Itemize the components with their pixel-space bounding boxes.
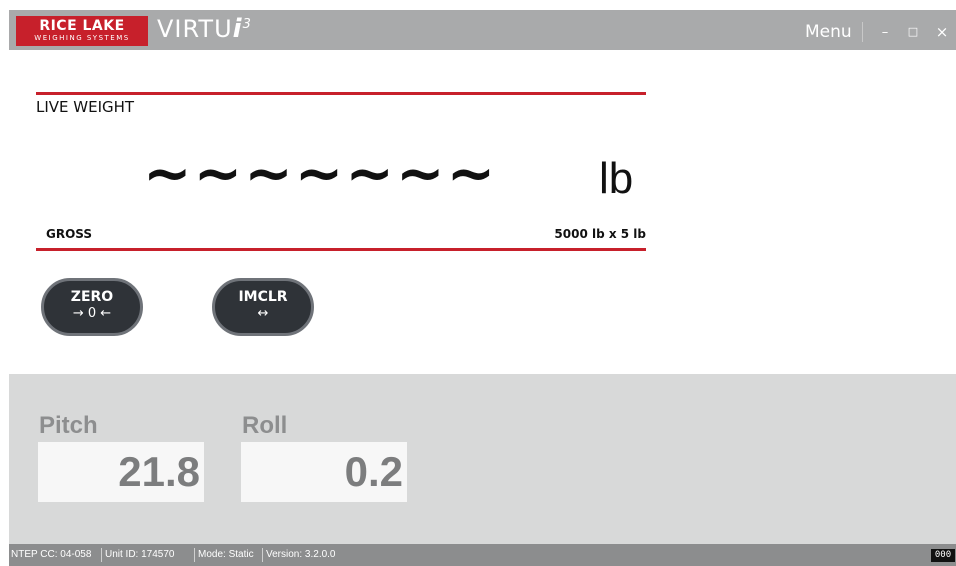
weight-value: ~~~~~~~ xyxy=(143,139,498,207)
roll-label: Roll xyxy=(242,412,288,439)
status-ntep: NTEP CC: 04-058 xyxy=(11,549,92,560)
app-title-sup: 3 xyxy=(242,17,252,32)
imclr-button-label: IMCLR xyxy=(238,289,288,305)
rice-lake-logo: RICE LAKE WEIGHING SYSTEMS xyxy=(16,16,148,46)
app-title-i: i xyxy=(232,14,243,44)
status-bar: NTEP CC: 04-058 Unit ID: 174570 Mode: St… xyxy=(9,544,956,566)
roll-box: 0.2 xyxy=(241,442,407,502)
status-badge: 000 xyxy=(931,549,955,562)
imclr-button[interactable]: IMCLR ↔ xyxy=(212,278,314,336)
status-mode: Mode: Static xyxy=(198,549,254,560)
zero-button[interactable]: ZERO → 0 ← xyxy=(41,278,143,336)
gross-label: GROSS xyxy=(46,227,93,241)
status-divider xyxy=(101,548,102,562)
app-window: RICE LAKE WEIGHING SYSTEMS VIRTUi3 Menu … xyxy=(9,10,956,566)
top-divider xyxy=(36,92,646,95)
pitch-value: 21.8 xyxy=(118,448,200,495)
app-title: VIRTUi3 xyxy=(157,14,252,44)
weight-display: ~~~~~~~ lb xyxy=(139,132,659,222)
logo-main-text: RICE LAKE xyxy=(39,18,125,34)
menu-button[interactable]: Menu xyxy=(805,22,852,42)
status-divider xyxy=(262,548,263,562)
weight-unit: lb xyxy=(599,154,634,203)
live-weight-label: LIVE WEIGHT xyxy=(36,98,135,116)
pitch-box: 21.8 xyxy=(38,442,204,502)
app-title-main: VIRTU xyxy=(157,15,233,43)
close-icon[interactable]: × xyxy=(935,23,949,41)
titlebar-divider xyxy=(862,22,863,42)
maximize-icon[interactable]: □ xyxy=(906,25,920,39)
capacity-label: 5000 lb x 5 lb xyxy=(554,227,646,241)
bottom-divider xyxy=(36,248,646,251)
imclr-icon: ↔ xyxy=(257,306,269,321)
roll-value: 0.2 xyxy=(344,448,403,495)
zero-button-label: ZERO xyxy=(70,289,114,305)
logo-sub-text: WEIGHING SYSTEMS xyxy=(34,34,130,42)
minimize-icon[interactable]: – xyxy=(878,25,892,40)
status-version: Version: 3.2.0.0 xyxy=(266,549,336,560)
status-divider xyxy=(194,548,195,562)
tilt-panel: Pitch 21.8 Roll 0.2 xyxy=(9,374,956,544)
pitch-label: Pitch xyxy=(39,412,98,439)
zero-icon: → 0 ← xyxy=(72,306,112,321)
title-bar: RICE LAKE WEIGHING SYSTEMS VIRTUi3 Menu … xyxy=(9,10,956,50)
status-unit-id: Unit ID: 174570 xyxy=(105,549,175,560)
